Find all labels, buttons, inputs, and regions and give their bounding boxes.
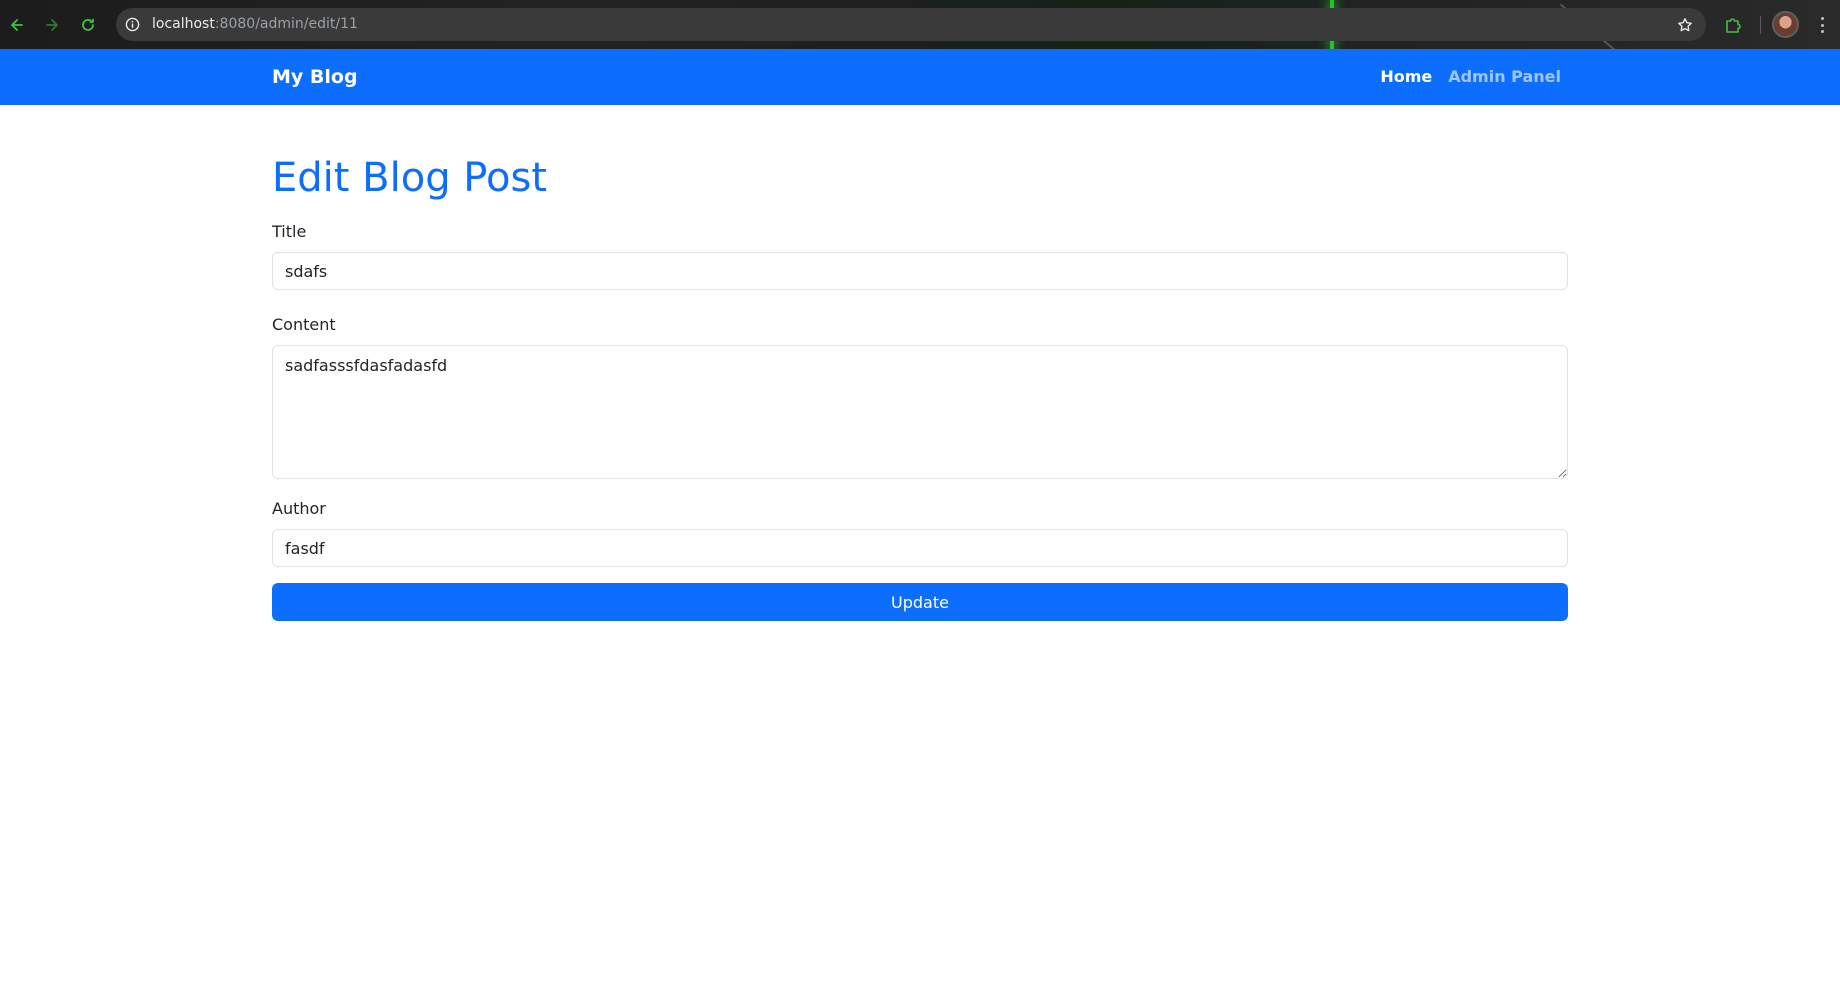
content-label: Content (272, 315, 336, 334)
toolbar-divider (1760, 16, 1761, 34)
update-button[interactable]: Update (272, 583, 1568, 621)
content-textarea[interactable]: sadfasssfdasfadasfd (272, 345, 1568, 479)
nav-link-home[interactable]: Home (1380, 66, 1432, 88)
title-input[interactable] (272, 252, 1568, 290)
url-path: :8080/admin/edit/11 (214, 16, 358, 32)
site-navbar: My Blog Home Admin Panel (0, 49, 1840, 105)
page-title: Edit Blog Post (272, 155, 547, 201)
star-icon[interactable] (1675, 15, 1694, 34)
nav-link-admin-panel[interactable]: Admin Panel (1448, 66, 1561, 88)
back-button[interactable] (5, 13, 29, 37)
puzzle-icon[interactable] (1722, 14, 1744, 36)
browser-toolbar: localhost:8080/admin/edit/11 (0, 0, 1840, 49)
edit-post-form: Title Content sadfasssfdasfadasfd Author… (272, 221, 1568, 621)
author-input[interactable] (272, 529, 1568, 567)
author-label: Author (272, 499, 326, 518)
nav-links: Home Admin Panel (1380, 66, 1561, 88)
arrow-right-icon (46, 19, 58, 31)
address-bar[interactable]: localhost:8080/admin/edit/11 (116, 8, 1706, 41)
main-content: Edit Blog Post Title Content sadfasssfda… (272, 105, 1568, 621)
reload-icon (82, 18, 94, 31)
info-icon[interactable] (124, 16, 141, 33)
profile-avatar[interactable] (1772, 11, 1799, 38)
arrow-left-icon (11, 19, 23, 31)
title-label: Title (272, 222, 307, 241)
url-text: localhost:8080/admin/edit/11 (152, 16, 358, 33)
brand-link[interactable]: My Blog (272, 65, 358, 89)
url-host: localhost (152, 16, 215, 32)
reload-button[interactable] (76, 13, 100, 37)
forward-button[interactable] (40, 13, 64, 37)
more-vert-icon[interactable] (1818, 14, 1826, 36)
